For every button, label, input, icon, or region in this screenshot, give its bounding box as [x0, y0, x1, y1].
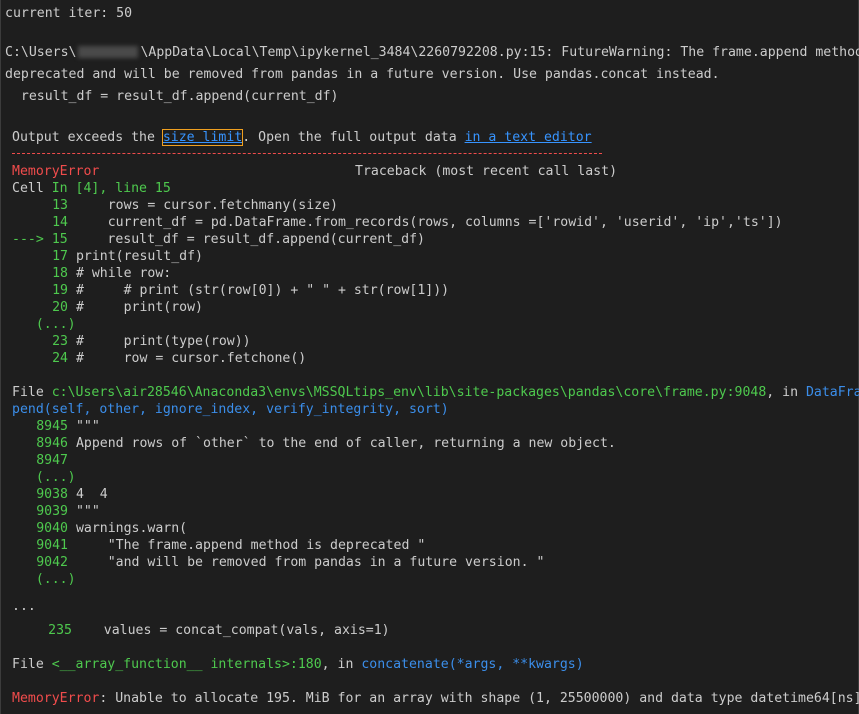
line-number: 19	[52, 283, 68, 298]
size-limit-link[interactable]: size limit	[161, 129, 244, 146]
line-number: 9039	[36, 504, 68, 519]
ellipsis-line: (...)	[12, 571, 76, 588]
file1-label: File	[12, 385, 52, 400]
line-number: 15	[51, 232, 68, 247]
code-line: 18 # while row:	[12, 265, 171, 282]
dots: ...	[12, 599, 36, 614]
file-frame-signature: pend(self, other, ignore_index, verify_i…	[12, 401, 449, 418]
code-line: 13 rows = cursor.fetchmany(size)	[12, 197, 338, 214]
ellipsis-line: (...)	[12, 316, 76, 333]
code-line: 9041 "The frame.append method is depreca…	[12, 537, 425, 554]
output-prefix: Output exceeds the	[12, 130, 163, 145]
file1-mid: , in	[766, 385, 806, 400]
line-number: 8946	[36, 436, 68, 451]
cell-location: Cell In [4], line 15	[12, 180, 171, 197]
file2-func: concatenate(*args, **kwargs)	[361, 657, 584, 672]
code-text: Append rows of `other` to the end of cal…	[75, 436, 616, 451]
line-number: 14	[52, 215, 68, 230]
code-text: """	[75, 504, 100, 519]
cell-label: Cell	[12, 181, 52, 196]
line-number: 9041	[36, 538, 68, 553]
file-frame-line: File c:\Users\air28546\Anaconda3\envs\MS…	[12, 384, 859, 401]
code-line: 23 # print(type(row))	[12, 333, 251, 350]
file1-path: c:\Users\air28546\Anaconda3\envs\MSSQLti…	[51, 385, 767, 400]
code-text: """	[75, 419, 100, 434]
code-text: # # print (str(row[0]) + " " + str(row[1…	[75, 283, 450, 298]
redacted-username	[78, 46, 139, 58]
code-text: warnings.warn(	[75, 521, 188, 536]
code-text: 4 4	[75, 487, 108, 502]
code-line: 9040 warnings.warn(	[12, 520, 187, 537]
file1-func: DataFram	[805, 385, 859, 400]
final-error-msg: : Unable to allocate 195. MiB for an arr…	[99, 691, 859, 706]
line-number: 8945	[36, 419, 68, 434]
traceback-divider	[12, 153, 602, 154]
final-error-name: MemoryError	[12, 691, 100, 706]
code-line: 9039 """	[12, 503, 100, 520]
code-text: # while row:	[75, 266, 172, 281]
line-number: 9038	[36, 487, 68, 502]
file-internals-line: File <__array_function__ internals>:180,…	[12, 656, 584, 673]
code-line: 20 # print(row)	[12, 299, 203, 316]
code-text: # print(type(row))	[75, 334, 251, 349]
code-text: # row = cursor.fetchone()	[75, 351, 307, 366]
cell-loc: In [4], line 15	[51, 181, 171, 196]
left-border	[0, 0, 1, 714]
traceback-header: MemoryError Traceback (most recent call l…	[12, 163, 617, 180]
ellipsis: (...)	[12, 572, 76, 587]
code-line: 8945 """	[12, 418, 100, 435]
code-line: 14 current_df = pd.DataFrame.from_record…	[12, 214, 783, 231]
code-line: 8946 Append rows of `other` to the end o…	[12, 435, 616, 452]
ellipsis: (...)	[12, 470, 76, 485]
code-text: # print(row)	[75, 300, 203, 315]
line-number: 23	[52, 334, 68, 349]
line-number: 24	[52, 351, 68, 366]
code-text: result_df = result_df.append(current_df)	[75, 232, 425, 247]
ellipsis-line: (...)	[12, 469, 76, 486]
line-number: 9042	[36, 555, 68, 570]
code-text: rows = cursor.fetchmany(size)	[75, 198, 338, 213]
warning-path-suffix: \AppData\Local\Temp\ipykernel_3484\22607…	[140, 45, 859, 60]
line-number: 18	[52, 266, 68, 281]
line-235: 235 values = concat_compat(vals, axis=1)	[12, 622, 390, 639]
warning-line-2: deprecated and will be removed from pand…	[5, 67, 720, 82]
current-line-arrow: --->	[12, 232, 52, 247]
line-number: 8947	[36, 453, 68, 468]
warning-path-prefix: C:\Users\	[5, 45, 77, 60]
current-iter-text: current iter: 50	[5, 6, 133, 21]
output-limit-notice: Output exceeds the size limit. Open the …	[12, 129, 592, 146]
jupyter-output-console: current iter: 50 C:\Users\ \AppData\Local…	[0, 0, 859, 714]
code-line: 9038 4 4	[12, 486, 108, 503]
code-line: ---> 15 result_df = result_df.append(cur…	[12, 231, 425, 248]
code-line: 24 # row = cursor.fetchone()	[12, 350, 306, 367]
line-number: 235	[48, 623, 72, 638]
final-error: MemoryError: Unable to allocate 195. MiB…	[12, 690, 859, 707]
ellipsis: (...)	[12, 317, 76, 332]
code-text: print(result_df)	[75, 249, 203, 264]
code-line: 9042 "and will be removed from pandas in…	[12, 554, 544, 571]
error-name: MemoryError	[12, 164, 100, 179]
file2-mid: , in	[321, 657, 362, 672]
code-text: "The frame.append method is deprecated "	[75, 538, 426, 553]
traceback-label: Traceback (most recent call last)	[355, 164, 618, 179]
code-line: 19 # # print (str(row[0]) + " " + str(ro…	[12, 282, 449, 299]
line-number: 13	[52, 198, 68, 213]
file2-label: File	[12, 657, 52, 672]
warning-line-3: result_df = result_df.append(current_df)	[5, 89, 339, 104]
warning-line-1: C:\Users\ \AppData\Local\Temp\ipykernel_3…	[5, 44, 859, 61]
code-text: "and will be removed from pandas in a fu…	[75, 555, 545, 570]
output-middle: . Open the full output data	[242, 130, 465, 145]
code-text: current_df = pd.DataFrame.from_records(r…	[75, 215, 783, 230]
code-line: 8947	[12, 452, 76, 469]
text-editor-link[interactable]: in a text editor	[465, 130, 592, 145]
file2-path: <__array_function__ internals>:180	[51, 657, 322, 672]
file1-func-cont: pend(self, other, ignore_index, verify_i…	[12, 402, 449, 417]
code-text: values = concat_compat(vals, axis=1)	[72, 623, 390, 638]
code-line: 17 print(result_df)	[12, 248, 203, 265]
line-number: 17	[52, 249, 68, 264]
line-number: 9040	[36, 521, 68, 536]
line-number: 20	[52, 300, 68, 315]
